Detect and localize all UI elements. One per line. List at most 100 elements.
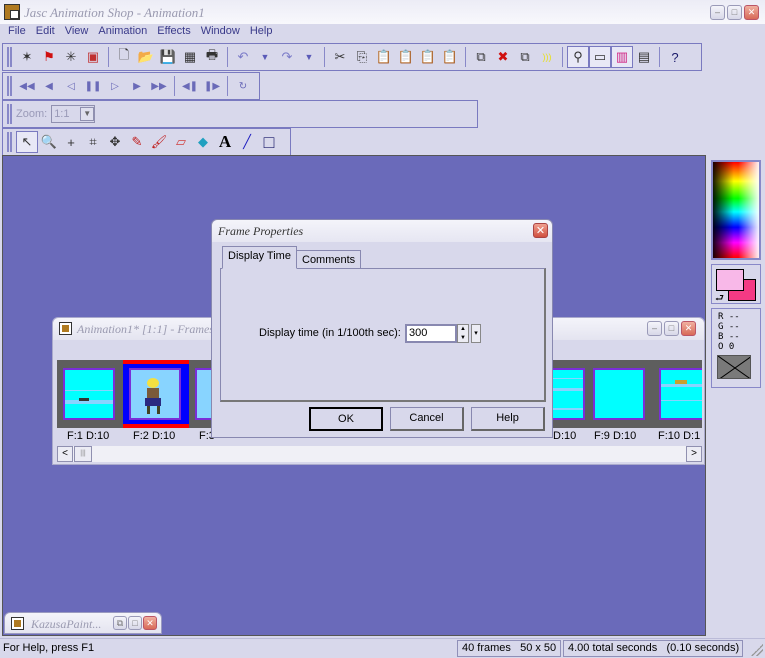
menu-file[interactable]: File <box>4 24 32 42</box>
paintbrush-tool-icon[interactable]: 🖌 <box>148 131 170 153</box>
paste-into-icon[interactable]: 📋 <box>439 46 461 68</box>
banner-wizard-icon[interactable]: ⚑ <box>38 46 60 68</box>
tool-palette-icon[interactable]: ⚲ <box>567 46 589 68</box>
sound-icon[interactable]: ))) <box>536 46 558 68</box>
spin-up-icon[interactable]: ▲ <box>458 325 468 334</box>
paste-after-icon[interactable]: 📋 <box>417 46 439 68</box>
crop-tool-icon[interactable]: ⌗ <box>82 131 104 153</box>
tab-display-time[interactable]: Display Time <box>222 246 297 269</box>
first-frame-icon[interactable]: ◀◀ <box>16 75 38 97</box>
arrow-tool-icon[interactable]: ↖ <box>16 131 38 153</box>
no-color-icon <box>717 355 751 379</box>
app-icon[interactable] <box>4 4 20 20</box>
zoom-tool-icon[interactable]: 🔍 <box>38 131 60 153</box>
filmstrip-icon[interactable]: ▤ <box>633 46 655 68</box>
line-tool-icon[interactable]: ╱ <box>236 131 258 153</box>
play-forward-icon[interactable]: ▷ <box>104 75 126 97</box>
eraser-tool-icon[interactable]: ▱ <box>170 131 192 153</box>
context-help-icon[interactable]: ? <box>664 46 686 68</box>
frames-maximize-button[interactable]: □ <box>664 321 679 336</box>
delete-frames-icon[interactable]: ✖ <box>492 46 514 68</box>
maximize-button[interactable]: □ <box>128 616 142 630</box>
dialog-titlebar[interactable]: Frame Properties ✕ <box>212 220 552 242</box>
menu-effects[interactable]: Effects <box>153 24 196 42</box>
menu-animation[interactable]: Animation <box>94 24 153 42</box>
color-palette-icon[interactable]: ▥ <box>611 46 633 68</box>
copy-icon[interactable]: ⎘ <box>351 46 373 68</box>
menu-window[interactable]: Window <box>197 24 246 42</box>
paste-as-new-animation-icon[interactable]: 📋 <box>373 46 395 68</box>
animation-wizard-icon[interactable]: ✶ <box>16 46 38 68</box>
tab-comments[interactable]: Comments <box>296 250 362 268</box>
image-transition-icon[interactable]: ✳ <box>60 46 82 68</box>
duplicate-icon[interactable]: ⧉ <box>470 46 492 68</box>
green-readout: G -- <box>718 322 740 332</box>
move-tool-icon[interactable]: ✥ <box>104 131 126 153</box>
open-icon[interactable]: 📂 <box>135 46 157 68</box>
undo-dropdown-icon[interactable]: ▼ <box>254 46 276 68</box>
mover-tool-icon[interactable]: + <box>60 131 82 153</box>
dropper-tool-icon[interactable]: ✎ <box>126 131 148 153</box>
ok-button[interactable]: OK <box>309 407 383 431</box>
menu-view[interactable]: View <box>61 24 95 42</box>
frame-9[interactable] <box>587 360 653 428</box>
frame-2[interactable] <box>123 360 189 428</box>
cut-icon[interactable]: ✂ <box>329 46 351 68</box>
scroll-left-button[interactable]: < <box>57 446 73 462</box>
close-button[interactable]: ✕ <box>143 616 157 630</box>
minimize-button[interactable]: – <box>710 5 725 20</box>
next-frame-icon[interactable]: ▶ <box>126 75 148 97</box>
text-tool-icon[interactable]: A <box>214 131 236 153</box>
help-button[interactable]: Help <box>471 407 545 431</box>
display-time-spinner[interactable]: ▲ ▼ <box>457 324 469 343</box>
step-back-icon[interactable]: ◀❚ <box>179 75 201 97</box>
cancel-button[interactable]: Cancel <box>390 407 464 431</box>
toolbar-grip[interactable] <box>7 132 12 152</box>
last-frame-icon[interactable]: ▶▶ <box>148 75 170 97</box>
print-icon[interactable]: 🖶 <box>201 46 223 68</box>
scroll-right-button[interactable]: > <box>686 446 702 462</box>
frame-1[interactable] <box>57 360 123 428</box>
foreground-color-swatch[interactable] <box>716 269 744 291</box>
frame-properties-icon[interactable]: ▭ <box>589 46 611 68</box>
swap-colors-icon[interactable]: ⮐ <box>715 291 724 308</box>
image-effect-icon[interactable]: ▣ <box>82 46 104 68</box>
close-button[interactable]: ✕ <box>744 5 759 20</box>
spin-down-icon[interactable]: ▼ <box>458 334 468 343</box>
dialog-close-button[interactable]: ✕ <box>533 223 548 238</box>
maximize-button[interactable]: □ <box>727 5 742 20</box>
loop-icon[interactable]: ↻ <box>232 75 254 97</box>
menu-help[interactable]: Help <box>246 24 279 42</box>
display-time-input[interactable]: 300 <box>405 324 457 343</box>
save-frames-icon[interactable]: ▦ <box>179 46 201 68</box>
insert-frames-icon[interactable]: ⧉ <box>514 46 536 68</box>
minimized-window[interactable]: KazusaPaint... ⧉ □ ✕ <box>4 612 162 634</box>
color-picker[interactable] <box>711 160 761 260</box>
menu-edit[interactable]: Edit <box>32 24 61 42</box>
previous-frame-icon[interactable]: ◀ <box>38 75 60 97</box>
pause-icon[interactable]: ❚❚ <box>82 75 104 97</box>
toolbar-grip[interactable] <box>7 47 12 67</box>
horizontal-scrollbar[interactable]: < ||| > <box>57 446 702 462</box>
restore-button[interactable]: ⧉ <box>113 616 127 630</box>
redo-dropdown-icon[interactable]: ▼ <box>298 46 320 68</box>
frame-10[interactable] <box>653 360 702 428</box>
frames-close-button[interactable]: ✕ <box>681 321 696 336</box>
paste-before-icon[interactable]: 📋 <box>395 46 417 68</box>
shape-tool-icon[interactable]: □ <box>258 131 280 153</box>
spin-dropdown-button[interactable]: ▾ <box>471 324 481 343</box>
toolbar-grip[interactable] <box>7 104 12 124</box>
fill-tool-icon[interactable]: ◆ <box>192 131 214 153</box>
undo-icon[interactable]: ↶ <box>232 46 254 68</box>
frames-minimize-button[interactable]: – <box>647 321 662 336</box>
step-forward-icon[interactable]: ❚▶ <box>201 75 223 97</box>
toolbar-grip[interactable] <box>7 76 12 96</box>
zoom-select[interactable]: 1:1 ▼ <box>51 105 96 123</box>
save-icon[interactable]: 💾 <box>157 46 179 68</box>
scroll-thumb[interactable]: ||| <box>74 446 92 462</box>
document-icon <box>59 322 72 335</box>
play-backward-icon[interactable]: ◁ <box>60 75 82 97</box>
resize-grip[interactable] <box>751 644 763 656</box>
new-icon[interactable]: 🗋 <box>113 46 135 68</box>
redo-icon[interactable]: ↷ <box>276 46 298 68</box>
